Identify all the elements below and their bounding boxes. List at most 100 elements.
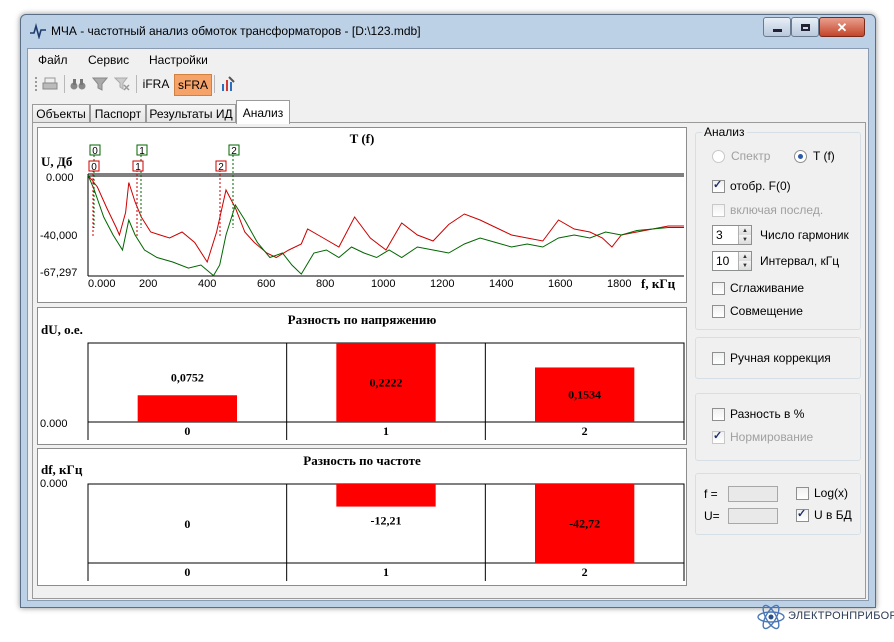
close-button[interactable]: ✕ xyxy=(819,17,865,37)
brand-logo: ЭЛЕКТРОНПРИБОР xyxy=(756,600,894,638)
atom-icon xyxy=(757,604,785,630)
include-last-check[interactable] xyxy=(712,203,725,217)
logx-check[interactable] xyxy=(796,486,809,500)
diff-options-group: Разность в % Нормирование xyxy=(695,393,861,461)
show-f0-label: отобр. F(0) xyxy=(730,179,791,193)
overlay-check[interactable] xyxy=(712,304,725,318)
logx-checkbox[interactable]: Log(x) xyxy=(796,486,848,500)
maximize-icon xyxy=(800,23,810,31)
toolbar-separator xyxy=(214,75,215,93)
spectrum-radio-circle[interactable] xyxy=(712,149,725,163)
freq-diff-panel[interactable]: Разность по частоте df, кГц 0.000 0 0 -12,… xyxy=(37,448,687,586)
tf-marker-top-label: 2 xyxy=(231,146,237,157)
tab-analysis[interactable]: Анализ xyxy=(236,100,290,124)
voltage-diff-panel[interactable]: Разность по напряжению dU, о.е. 0.000 0,… xyxy=(37,307,687,445)
diff-percent-checkbox[interactable]: Разность в % xyxy=(712,407,804,421)
interval-label: Интервал, кГц xyxy=(760,254,840,268)
app-logo-icon xyxy=(30,23,46,39)
tools-icon xyxy=(222,76,235,91)
tf-markers-group: 0 1 2 0 1 2 xyxy=(88,144,240,238)
maximize-button[interactable] xyxy=(791,17,819,37)
include-last-checkbox[interactable]: включая послед. xyxy=(712,203,823,217)
menu-bar: Файл Сервис Настройки xyxy=(28,49,868,71)
spin-up-icon[interactable]: ▲ xyxy=(738,252,751,261)
smoothing-label: Сглаживание xyxy=(730,281,805,295)
tf-series-group xyxy=(87,174,684,277)
freq-diff-category-label-0: 0 xyxy=(184,565,190,579)
freq-diff-svg: 0 0 -12,21 1 -42,72 2 xyxy=(87,483,685,581)
spectrum-radio[interactable]: Спектр xyxy=(712,149,770,163)
tf-series-line-0 xyxy=(87,174,684,264)
clear-filter-button[interactable] xyxy=(112,74,132,94)
cursor-group: f = U= Log(x) U в БД xyxy=(695,473,861,535)
ifra-button[interactable]: iFRA xyxy=(141,74,171,94)
spin-down-icon[interactable]: ▼ xyxy=(738,235,751,244)
logx-label: Log(x) xyxy=(814,486,849,500)
tf-radio-circle[interactable] xyxy=(794,149,807,163)
interval-spinner[interactable]: 10 ▲ ▼ xyxy=(712,251,752,271)
spin-up-icon[interactable]: ▲ xyxy=(738,226,751,235)
voltage-diff-bar-0 xyxy=(137,395,237,422)
overlay-checkbox[interactable]: Совмещение xyxy=(712,304,803,318)
analysis-tab-page: T (f) U, Дб 0.000 -40,000 -67,297 0.000 … xyxy=(32,122,866,599)
manual-correction-group: Ручная коррекция xyxy=(695,337,861,379)
show-f0-checkbox[interactable]: отобр. F(0) xyxy=(712,178,791,193)
u-db-check[interactable] xyxy=(796,507,809,522)
voltage-diff-value-label-0: 0,0752 xyxy=(171,370,204,384)
analysis-group-label: Анализ xyxy=(702,125,747,139)
manual-correction-checkbox[interactable]: Ручная коррекция xyxy=(712,351,831,365)
diff-percent-check[interactable] xyxy=(712,407,725,421)
filter-off-icon xyxy=(114,77,130,91)
smoothing-check[interactable] xyxy=(712,281,725,295)
voltage-diff-value-label-1: 0,2222 xyxy=(370,376,403,390)
sfra-button[interactable]: sFRA xyxy=(174,74,212,96)
harmonics-spinner[interactable]: 3 ▲ ▼ xyxy=(712,225,752,245)
tab-objects[interactable]: Объекты xyxy=(32,104,90,123)
tf-marker-bottom-label: 1 xyxy=(135,162,141,173)
tf-radio[interactable]: T (f) xyxy=(794,149,835,163)
tf-chart-panel[interactable]: T (f) U, Дб 0.000 -40,000 -67,297 0.000 … xyxy=(37,127,687,303)
normalization-checkbox[interactable]: Нормирование xyxy=(712,429,814,444)
window-title: МЧА - частотный анализ обмоток трансформ… xyxy=(51,24,421,38)
toolbar-separator xyxy=(64,75,65,93)
minimize-button[interactable] xyxy=(763,17,791,37)
voltage-diff-category-label-0: 0 xyxy=(184,424,190,438)
smoothing-checkbox[interactable]: Сглаживание xyxy=(712,281,804,295)
client-area: Файл Сервис Настройки iFRA sFRA Объекты … xyxy=(27,48,869,601)
analysis-group: Анализ Спектр T (f) отобр. F(0) включая … xyxy=(695,125,861,330)
app-window: МЧА - частотный анализ обмоток трансформ… xyxy=(20,14,876,608)
menu-service[interactable]: Сервис xyxy=(88,53,129,67)
spectrum-radio-label: Спектр xyxy=(731,149,771,163)
settings-button[interactable] xyxy=(218,74,238,94)
print-button[interactable] xyxy=(40,74,60,94)
tab-passport[interactable]: Паспорт xyxy=(90,104,146,123)
normalization-check[interactable] xyxy=(712,429,725,444)
tf-radio-label: T (f) xyxy=(813,149,835,163)
menu-file[interactable]: Файл xyxy=(38,53,68,67)
filter-button[interactable] xyxy=(90,74,110,94)
u-readout-label: U= xyxy=(704,509,720,523)
voltage-diff-category-label-1: 1 xyxy=(383,424,389,438)
binoculars-icon xyxy=(70,79,86,90)
filter-icon xyxy=(92,77,108,91)
show-f0-check[interactable] xyxy=(712,178,725,193)
u-db-label: U в БД xyxy=(814,508,852,522)
menu-settings[interactable]: Настройки xyxy=(149,53,208,67)
manual-correction-check[interactable] xyxy=(712,351,725,365)
tf-marker-top-label: 1 xyxy=(139,146,145,157)
harmonics-value: 3 xyxy=(716,228,723,242)
tab-results[interactable]: Результаты ИД xyxy=(146,104,236,123)
u-db-checkbox[interactable]: U в БД xyxy=(796,507,852,522)
tf-marker-bottom-label: 0 xyxy=(91,162,97,173)
freq-diff-value-label-1: -12,21 xyxy=(371,514,402,528)
spin-down-icon[interactable]: ▼ xyxy=(738,261,751,270)
u-readout-field xyxy=(728,508,778,524)
overlay-label: Совмещение xyxy=(730,304,803,318)
normalization-label: Нормирование xyxy=(730,430,814,444)
diff-percent-label: Разность в % xyxy=(730,407,805,421)
manual-correction-label: Ручная коррекция xyxy=(730,351,831,365)
find-button[interactable] xyxy=(68,74,88,94)
toolbar-grip xyxy=(34,74,38,94)
freq-diff-bar-1 xyxy=(336,484,436,507)
title-bar[interactable]: МЧА - частотный анализ обмоток трансформ… xyxy=(21,15,875,47)
